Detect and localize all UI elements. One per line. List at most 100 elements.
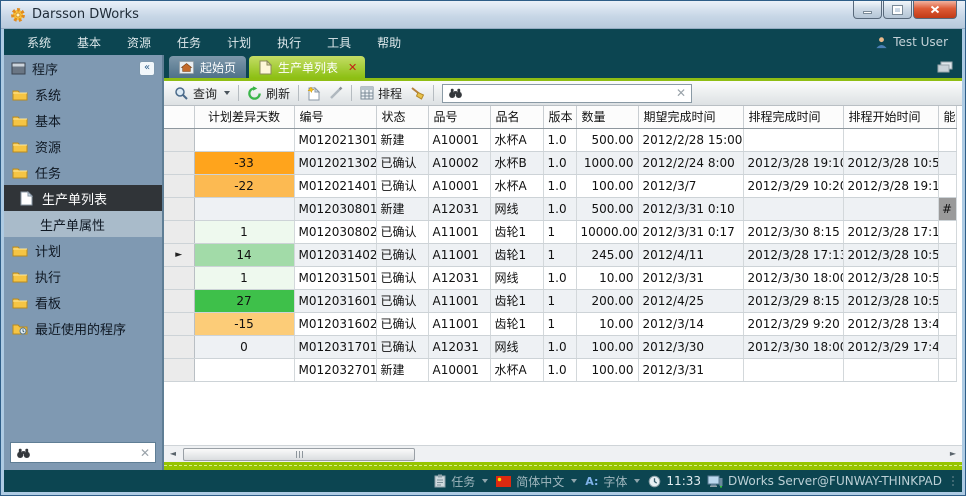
cell-quantity[interactable]: 245.00 bbox=[576, 243, 638, 266]
cell-extra[interactable] bbox=[938, 220, 956, 243]
sidebar-item-9[interactable]: 最近使用的程序 bbox=[4, 315, 162, 341]
sidebar-item-7[interactable]: 执行 bbox=[4, 263, 162, 289]
task-status-dropdown[interactable]: 任务 bbox=[434, 473, 490, 490]
cell-status[interactable]: 已确认 bbox=[376, 312, 428, 335]
cell-plan-diff-days[interactable]: -33 bbox=[194, 151, 294, 174]
cell-order-no[interactable]: M012031602 bbox=[294, 312, 376, 335]
cell-expected-finish[interactable]: 2012/4/11 bbox=[638, 243, 743, 266]
cell-extra[interactable] bbox=[938, 151, 956, 174]
cell-order-no[interactable]: M012021401 bbox=[294, 174, 376, 197]
cell-plan-diff-days[interactable]: 14 bbox=[194, 243, 294, 266]
cell-plan-diff-days[interactable] bbox=[194, 128, 294, 151]
cell-extra[interactable] bbox=[938, 243, 956, 266]
row-selector-cell[interactable] bbox=[164, 312, 194, 335]
column-header-11[interactable]: 能 bbox=[938, 106, 956, 128]
maximize-button[interactable] bbox=[883, 1, 912, 19]
cell-extra[interactable] bbox=[938, 266, 956, 289]
sidebar-item-3[interactable]: 任务 bbox=[4, 159, 162, 185]
cell-version[interactable]: 1.0 bbox=[543, 174, 576, 197]
table-row[interactable]: 1 M012031501 已确认 A12031 网线 1.0 10.00 201… bbox=[164, 266, 956, 289]
sidebar-item-8[interactable]: 看板 bbox=[4, 289, 162, 315]
cell-status[interactable]: 新建 bbox=[376, 358, 428, 381]
row-selector-cell[interactable] bbox=[164, 266, 194, 289]
minimize-button[interactable] bbox=[853, 1, 882, 19]
cell-sched-finish[interactable]: 2012/3/30 8:15 bbox=[743, 220, 843, 243]
cell-version[interactable]: 1.0 bbox=[543, 335, 576, 358]
menu-execute[interactable]: 执行 bbox=[264, 34, 314, 51]
font-dropdown[interactable]: A: 字体 bbox=[585, 473, 642, 490]
cell-status[interactable]: 新建 bbox=[376, 197, 428, 220]
resize-grip[interactable] bbox=[952, 476, 954, 486]
cell-version[interactable]: 1.0 bbox=[543, 358, 576, 381]
cell-expected-finish[interactable]: 2012/3/31 bbox=[638, 358, 743, 381]
cell-expected-finish[interactable]: 2012/3/30 bbox=[638, 335, 743, 358]
cell-order-no[interactable]: M012021302 bbox=[294, 151, 376, 174]
row-selector-cell[interactable] bbox=[164, 151, 194, 174]
cell-status[interactable]: 新建 bbox=[376, 128, 428, 151]
tab-close-icon[interactable]: ✕ bbox=[348, 62, 357, 73]
row-selector-cell[interactable] bbox=[164, 358, 194, 381]
table-row[interactable]: -22 M012021401 已确认 A10001 水杯A 1.0 100.00… bbox=[164, 174, 956, 197]
sidebar-item-5[interactable]: 生产单属性 bbox=[4, 211, 162, 237]
cell-quantity[interactable]: 100.00 bbox=[576, 358, 638, 381]
cell-item-name[interactable]: 水杯A bbox=[490, 358, 543, 381]
cell-version[interactable]: 1 bbox=[543, 220, 576, 243]
cell-extra[interactable] bbox=[938, 289, 956, 312]
cell-status[interactable]: 已确认 bbox=[376, 220, 428, 243]
menu-help[interactable]: 帮助 bbox=[364, 34, 414, 51]
cell-sched-start[interactable]: 2012/3/28 10:52 bbox=[843, 266, 938, 289]
cell-quantity[interactable]: 10.00 bbox=[576, 266, 638, 289]
sidebar-item-0[interactable]: 系统 bbox=[4, 81, 162, 107]
scroll-right-arrow-icon[interactable]: ► bbox=[945, 447, 961, 461]
scrollbar-thumb[interactable] bbox=[183, 448, 415, 461]
cell-order-no[interactable]: M012031501 bbox=[294, 266, 376, 289]
cell-order-no[interactable]: M012031402 bbox=[294, 243, 376, 266]
cell-item-name[interactable]: 水杯B bbox=[490, 151, 543, 174]
cell-item-name[interactable]: 水杯A bbox=[490, 174, 543, 197]
cell-item-name[interactable]: 水杯A bbox=[490, 128, 543, 151]
cell-item-no[interactable]: A10001 bbox=[428, 128, 490, 151]
new-button[interactable] bbox=[303, 84, 325, 103]
sidebar-search-clear-icon[interactable]: ✕ bbox=[140, 447, 150, 459]
cell-item-name[interactable]: 齿轮1 bbox=[490, 312, 543, 335]
column-header-6[interactable]: 版本 bbox=[543, 106, 576, 128]
cell-quantity[interactable]: 100.00 bbox=[576, 174, 638, 197]
cell-quantity[interactable]: 200.00 bbox=[576, 289, 638, 312]
cell-item-name[interactable]: 网线 bbox=[490, 335, 543, 358]
row-selector-cell[interactable] bbox=[164, 197, 194, 220]
cell-quantity[interactable]: 10.00 bbox=[576, 312, 638, 335]
column-header-2[interactable]: 编号 bbox=[294, 106, 376, 128]
cell-sched-start[interactable]: 2012/3/28 10:52 bbox=[843, 151, 938, 174]
cell-order-no[interactable]: M012032701 bbox=[294, 358, 376, 381]
cell-version[interactable]: 1 bbox=[543, 243, 576, 266]
cell-sched-finish[interactable] bbox=[743, 128, 843, 151]
row-selector-cell[interactable] bbox=[164, 174, 194, 197]
table-row[interactable]: 1 M012030802 已确认 A11001 齿轮1 1 10000.00 2… bbox=[164, 220, 956, 243]
cell-plan-diff-days[interactable] bbox=[194, 358, 294, 381]
row-selector-cell[interactable]: ► bbox=[164, 243, 194, 266]
cell-sched-finish[interactable]: 2012/3/29 10:20 bbox=[743, 174, 843, 197]
cell-sched-finish[interactable] bbox=[743, 358, 843, 381]
cell-sched-start[interactable]: 2012/3/28 13:40 bbox=[843, 312, 938, 335]
sidebar-item-2[interactable]: 资源 bbox=[4, 133, 162, 159]
cell-sched-start[interactable]: 2012/3/28 10:52 bbox=[843, 243, 938, 266]
schedule-button[interactable]: 排程 bbox=[356, 83, 406, 104]
sidebar-item-6[interactable]: 计划 bbox=[4, 237, 162, 263]
cell-version[interactable]: 1.0 bbox=[543, 266, 576, 289]
menu-task[interactable]: 任务 bbox=[164, 34, 214, 51]
menu-plan[interactable]: 计划 bbox=[214, 34, 264, 51]
cell-quantity[interactable]: 500.00 bbox=[576, 197, 638, 220]
menu-system[interactable]: 系统 bbox=[14, 34, 64, 51]
row-selector-cell[interactable] bbox=[164, 335, 194, 358]
cell-item-name[interactable]: 齿轮1 bbox=[490, 289, 543, 312]
cell-status[interactable]: 已确认 bbox=[376, 151, 428, 174]
table-row[interactable]: M012032701 新建 A10001 水杯A 1.0 100.00 2012… bbox=[164, 358, 956, 381]
table-row[interactable]: ► 14 M012031402 已确认 A11001 齿轮1 1 245.00 … bbox=[164, 243, 956, 266]
cell-item-no[interactable]: A11001 bbox=[428, 220, 490, 243]
cell-extra[interactable]: # bbox=[938, 197, 956, 220]
clean-button[interactable] bbox=[406, 84, 429, 102]
menu-basic[interactable]: 基本 bbox=[64, 34, 114, 51]
column-header-0[interactable] bbox=[164, 106, 194, 128]
cell-extra[interactable] bbox=[938, 128, 956, 151]
cell-order-no[interactable]: M012031601 bbox=[294, 289, 376, 312]
